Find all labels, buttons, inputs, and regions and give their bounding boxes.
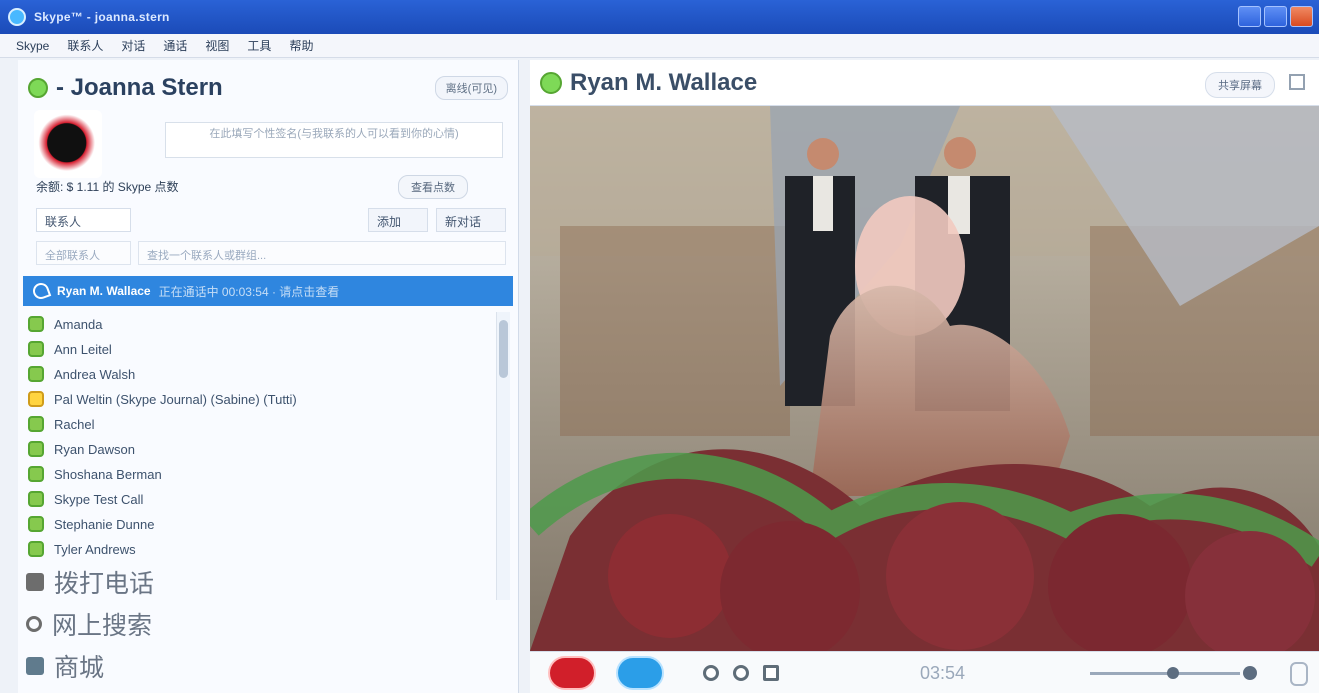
call-header: Ryan M. Wallace 共享屏幕: [530, 60, 1319, 106]
left-panel: - Joanna Stern 离线(可见) 在此填写个性签名(与我联系的人可以看…: [18, 60, 519, 693]
avatar[interactable]: [34, 110, 102, 178]
menu-item[interactable]: Skype: [16, 39, 49, 53]
list-item[interactable]: Stephanie Dunne: [28, 512, 154, 536]
share-screen-button[interactable]: 共享屏幕: [1205, 72, 1275, 98]
menu-item[interactable]: 视图: [205, 37, 229, 54]
status-dropdown-button[interactable]: 离线(可见): [434, 76, 508, 100]
video-toggle-button[interactable]: [616, 656, 664, 690]
online-status-icon[interactable]: [28, 78, 48, 98]
menu-item[interactable]: 帮助: [289, 37, 313, 54]
list-item[interactable]: Amanda: [28, 312, 102, 336]
profile-header: - Joanna Stern 离线(可见): [28, 70, 508, 106]
phone-pad-icon: [26, 573, 44, 591]
contact-list: Amanda Ann Leitel Andrea Walsh Pal Welti…: [28, 312, 493, 602]
view-select[interactable]: 联系人: [36, 208, 131, 232]
contact-name: Shoshana Berman: [54, 466, 162, 482]
fullscreen-icon[interactable]: [1290, 662, 1308, 686]
call-controls: 03:54: [530, 651, 1319, 693]
search-input[interactable]: 查找一个联系人或群组...: [138, 241, 506, 265]
search-icon: [26, 616, 42, 632]
search-row: 全部联系人 查找一个联系人或群组...: [36, 241, 506, 265]
menu-icon[interactable]: [763, 665, 779, 681]
filter-select[interactable]: 全部联系人: [36, 241, 131, 265]
contact-name: Tyler Andrews: [54, 541, 136, 557]
online-status-icon: [28, 466, 44, 482]
contact-scrollbar[interactable]: [496, 312, 510, 600]
minimize-button[interactable]: [1238, 6, 1261, 27]
list-item[interactable]: Ryan Dawson: [28, 437, 135, 461]
online-status-icon: [28, 316, 44, 332]
online-status-icon: [28, 366, 44, 382]
video-feed[interactable]: [530, 106, 1319, 651]
call-phones-link[interactable]: 拨打电话: [26, 565, 154, 599]
away-status-icon: [28, 391, 44, 407]
online-status-icon: [28, 516, 44, 532]
new-conversation-button[interactable]: 新对话: [436, 208, 506, 232]
volume-icon[interactable]: [1243, 666, 1257, 680]
mute-icon[interactable]: [703, 665, 719, 681]
video-frame: [530, 106, 1319, 651]
list-item[interactable]: Andrea Walsh: [28, 362, 135, 386]
web-search-label: 网上搜索: [52, 612, 153, 640]
profile-name[interactable]: - Joanna Stern: [56, 74, 223, 102]
skype-icon: [8, 8, 26, 26]
contact-name: Pal Weltin (Skype Journal) (Sabine) (Tut…: [54, 391, 297, 407]
scroll-thumb[interactable]: [499, 320, 508, 378]
title-bar: Skype™ - joanna.stern: [0, 0, 1319, 34]
menu-item[interactable]: 对话: [121, 37, 145, 54]
menu-item[interactable]: 工具: [247, 37, 271, 54]
settings-icon[interactable]: [733, 665, 749, 681]
menu-item[interactable]: 联系人: [67, 37, 103, 54]
contact-name: Ryan Dawson: [54, 441, 135, 457]
add-contact-button[interactable]: 添加: [368, 208, 428, 232]
close-button[interactable]: [1290, 6, 1313, 27]
list-item[interactable]: Ann Leitel: [28, 337, 112, 361]
shop-icon: [26, 657, 44, 675]
contact-name: Stephanie Dunne: [54, 516, 155, 532]
volume-thumb[interactable]: [1166, 667, 1179, 679]
window-controls: [1238, 6, 1313, 27]
contact-name: Amanda: [54, 316, 103, 332]
call-timer: 03:54: [920, 663, 966, 683]
online-status-icon: [28, 416, 44, 432]
mood-message-input[interactable]: 在此填写个性签名(与我联系的人可以看到你的心情): [165, 122, 503, 158]
active-call-name: Ryan M. Wallace: [57, 284, 151, 298]
call-panel: Ryan M. Wallace 共享屏幕 03:54: [530, 60, 1319, 693]
online-status-icon: [28, 491, 44, 507]
volume-slider[interactable]: [1090, 667, 1240, 679]
menu-item[interactable]: 通话: [163, 37, 187, 54]
list-item[interactable]: Rachel: [28, 412, 94, 436]
online-status-icon: [540, 71, 562, 94]
list-item[interactable]: Tyler Andrews: [28, 537, 136, 561]
list-item[interactable]: Shoshana Berman: [28, 462, 162, 486]
end-call-button[interactable]: [548, 656, 596, 690]
web-search-link[interactable]: 网上搜索: [26, 607, 152, 641]
contact-name: Rachel: [54, 416, 95, 432]
bottom-links: 拨打电话 网上搜索 商城: [26, 565, 496, 690]
online-status-icon: [28, 541, 44, 557]
contact-name: Ann Leitel: [54, 341, 112, 357]
shop-label: 商城: [54, 654, 105, 682]
list-item[interactable]: Pal Weltin (Skype Journal) (Sabine) (Tut…: [28, 387, 297, 411]
menu-bar: Skype 联系人 对话 通话 视图 工具 帮助: [0, 34, 1319, 58]
phone-icon: [30, 280, 52, 302]
maximize-button[interactable]: [1264, 6, 1287, 27]
credit-button[interactable]: 查看点数: [398, 175, 468, 199]
popout-icon[interactable]: [1289, 74, 1305, 90]
online-status-icon: [28, 441, 44, 457]
call-phones-label: 拨打电话: [54, 570, 155, 598]
online-status-icon: [28, 341, 44, 357]
list-item[interactable]: Skype Test Call: [28, 487, 143, 511]
credit-line: 余额: $ 1.11 的 Skype 点数: [36, 180, 179, 194]
active-call-detail: 正在通话中 00:03:54 · 请点击查看: [158, 284, 340, 299]
contact-name: Skype Test Call: [54, 491, 144, 507]
window-title: Skype™ - joanna.stern: [34, 10, 170, 24]
contact-name: Andrea Walsh: [54, 366, 136, 382]
skype-window: Skype™ - joanna.stern Skype 联系人 对话 通话 视图…: [0, 0, 1319, 693]
call-title: Ryan M. Wallace: [570, 68, 758, 96]
shop-link[interactable]: 商城: [26, 649, 104, 683]
contact-controls: 联系人 添加 新对话: [36, 208, 506, 232]
active-call-bar[interactable]: Ryan M. Wallace 正在通话中 00:03:54 · 请点击查看: [23, 276, 513, 306]
